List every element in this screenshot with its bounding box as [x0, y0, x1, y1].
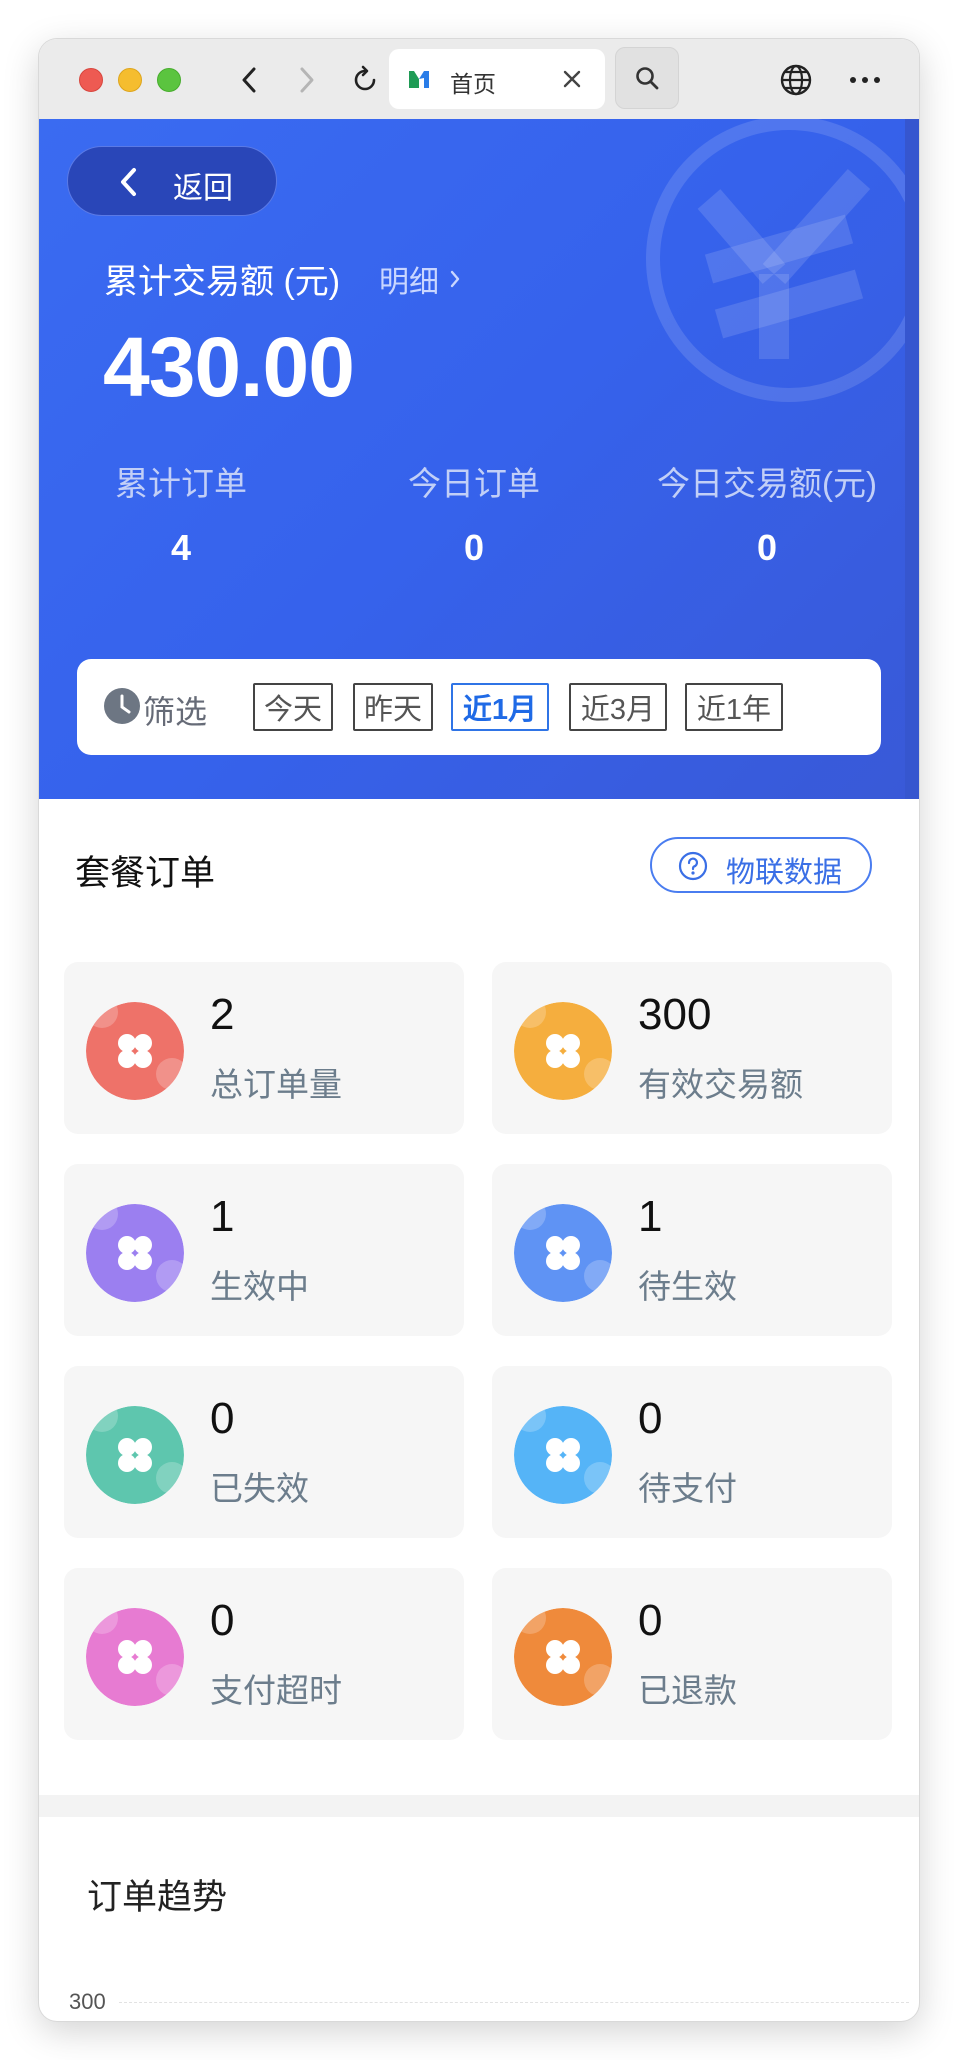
- stat-card-label: 待生效: [638, 1268, 737, 1305]
- stat-card-value: 0: [638, 1596, 663, 1645]
- close-tab-icon[interactable]: [559, 66, 585, 92]
- filter-today[interactable]: 今天: [253, 683, 333, 731]
- stat-card-value: 2: [210, 990, 235, 1039]
- filter-last-year[interactable]: 近1年: [685, 683, 783, 731]
- total-amount-label: 累计交易额 (元): [104, 263, 341, 301]
- reload-icon[interactable]: [345, 61, 385, 99]
- detail-link[interactable]: 明细: [379, 257, 461, 301]
- clover-icon: [514, 1406, 612, 1504]
- stat-card-value: 0: [638, 1394, 663, 1443]
- filter-yesterday[interactable]: 昨天: [353, 683, 433, 731]
- forward-arrow-icon[interactable]: [287, 61, 327, 99]
- clover-icon: [86, 1002, 184, 1100]
- chevron-left-icon: [121, 168, 136, 196]
- maximize-window-button[interactable]: [157, 68, 181, 92]
- filter-last-3-months[interactable]: 近3月: [569, 683, 667, 731]
- total-amount-value: 430.00: [103, 320, 355, 414]
- stat-card-expired[interactable]: 0 已失效: [64, 1366, 464, 1538]
- clover-icon: [514, 1204, 612, 1302]
- globe-icon[interactable]: [776, 61, 816, 99]
- stat-value: 0: [756, 527, 778, 568]
- browser-toolbar: 首页: [39, 39, 919, 119]
- section-divider: [39, 1795, 919, 1817]
- section-title-package-orders: 套餐订单: [75, 854, 216, 893]
- stat-card-label: 总订单量: [210, 1066, 342, 1103]
- stat-card-value: 0: [210, 1394, 235, 1443]
- clover-icon: [86, 1406, 184, 1504]
- browser-window: 首页 返回 累计交易额 (元) 明细 430.00 累计订单 4 今日订单 0 …: [39, 39, 919, 2021]
- stat-card-valid-amount[interactable]: 300 有效交易额: [492, 962, 892, 1134]
- stat-card-label: 已退款: [638, 1672, 737, 1709]
- back-button[interactable]: 返回: [67, 146, 277, 216]
- clover-icon: [514, 1608, 612, 1706]
- detail-link-label: 明细: [379, 266, 439, 299]
- chart-grid-line: [119, 2002, 909, 2003]
- stat-card-value: 1: [638, 1192, 663, 1241]
- stat-today-amount: 今日交易额(元) 0: [637, 457, 897, 569]
- stat-card-label: 已失效: [210, 1470, 309, 1507]
- date-filter-bar: 筛选 今天 昨天 近1月 近3月 近1年: [77, 659, 881, 755]
- filter-label: 筛选: [143, 694, 208, 730]
- stat-card-pending-activation[interactable]: 1 待生效: [492, 1164, 892, 1336]
- browser-tab[interactable]: 首页: [389, 49, 605, 109]
- close-window-button[interactable]: [79, 68, 103, 92]
- clover-icon: [514, 1002, 612, 1100]
- stat-card-value: 300: [638, 990, 712, 1039]
- back-button-label: 返回: [173, 172, 233, 205]
- minimize-window-button[interactable]: [118, 68, 142, 92]
- stat-card-value: 1: [210, 1192, 235, 1241]
- stat-total-orders: 累计订单 4: [51, 457, 311, 569]
- stat-value: 4: [170, 527, 192, 568]
- filter-last-month[interactable]: 近1月: [451, 683, 549, 731]
- stat-card-total-orders[interactable]: 2 总订单量: [64, 962, 464, 1134]
- stat-card-refunded[interactable]: 0 已退款: [492, 1568, 892, 1740]
- stat-today-orders: 今日订单 0: [344, 457, 604, 569]
- yuan-watermark-icon: [646, 119, 919, 402]
- stat-card-label: 待支付: [638, 1470, 737, 1507]
- stat-value: 0: [463, 527, 485, 568]
- stat-label: 今日订单: [408, 465, 540, 502]
- site-favicon-icon: [409, 71, 429, 88]
- tab-title: 首页: [450, 71, 496, 97]
- search-button[interactable]: [615, 47, 679, 109]
- question-circle-icon: [678, 851, 708, 881]
- back-arrow-icon[interactable]: [229, 61, 269, 99]
- summary-header: 返回 累计交易额 (元) 明细 430.00 累计订单 4 今日订单 0 今日交…: [39, 119, 919, 799]
- stat-card-active[interactable]: 1 生效中: [64, 1164, 464, 1336]
- stat-label: 今日交易额(元): [657, 465, 877, 502]
- stat-card-label: 生效中: [210, 1268, 309, 1305]
- section-title-order-trend: 订单趋势: [87, 1878, 228, 1917]
- iot-data-button[interactable]: 物联数据: [650, 837, 872, 893]
- stat-card-pending-payment[interactable]: 0 待支付: [492, 1366, 892, 1538]
- iot-data-button-label: 物联数据: [726, 857, 843, 889]
- stat-label: 累计订单: [115, 465, 247, 502]
- clock-icon: [104, 688, 140, 724]
- more-options-icon[interactable]: [845, 61, 885, 99]
- stat-card-label: 支付超时: [210, 1672, 342, 1709]
- clover-icon: [86, 1204, 184, 1302]
- clover-icon: [86, 1608, 184, 1706]
- chevron-right-icon: [450, 270, 460, 288]
- search-icon: [636, 67, 659, 90]
- stat-card-payment-timeout[interactable]: 0 支付超时: [64, 1568, 464, 1740]
- stat-card-value: 0: [210, 1596, 235, 1645]
- chart-y-tick: 300: [69, 1989, 106, 2014]
- stat-card-label: 有效交易额: [638, 1066, 803, 1103]
